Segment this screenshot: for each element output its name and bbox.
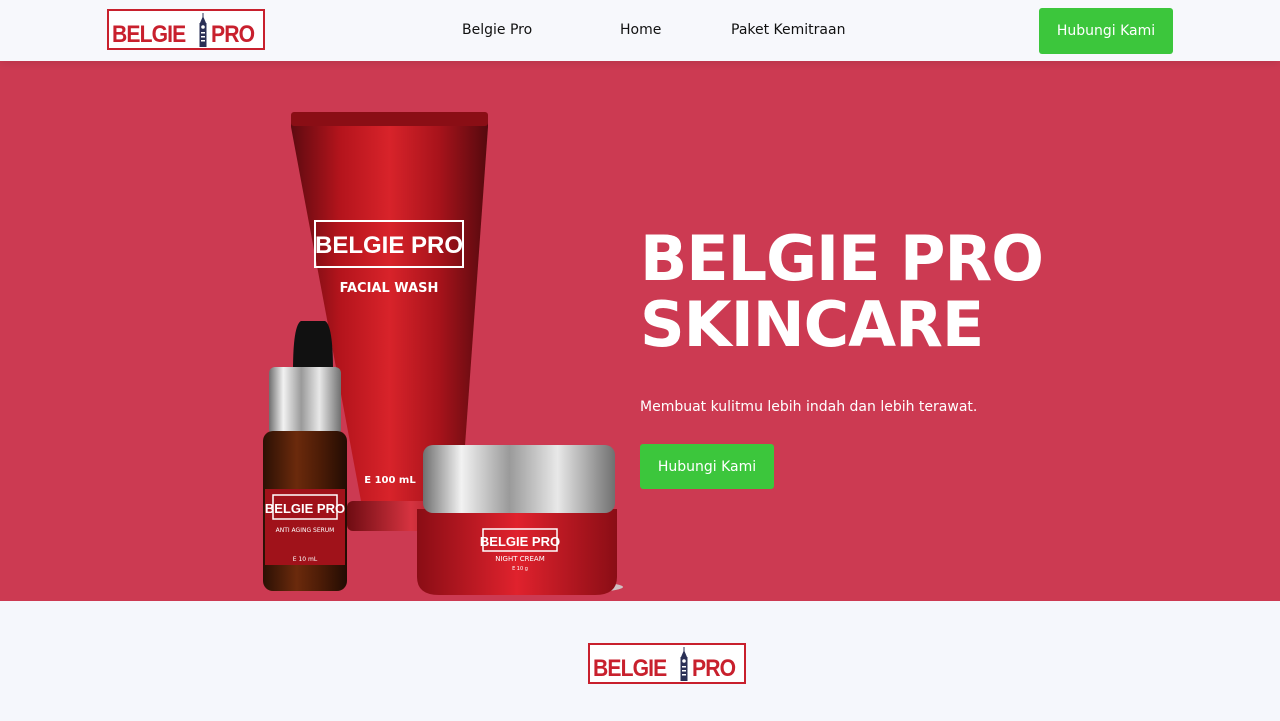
hero-title: BELGIE PRO SKINCARE xyxy=(640,222,1044,361)
footer-logo-text-right: PRO xyxy=(692,655,736,682)
svg-text:E 100 mL: E 100 mL xyxy=(364,475,416,486)
svg-text:E 10 mL: E 10 mL xyxy=(293,556,318,563)
tower-icon xyxy=(197,13,209,47)
hero-contact-button[interactable]: Hubungi Kami xyxy=(640,444,774,489)
svg-text:BELGIE PRO: BELGIE PRO xyxy=(315,232,463,259)
site-header: BELGIE PRO Belgie Pro Home Paket Kemitra… xyxy=(0,0,1280,61)
svg-text:NIGHT CREAM: NIGHT CREAM xyxy=(495,555,545,563)
svg-text:FACIAL WASH: FACIAL WASH xyxy=(340,281,439,296)
logo-text-left: BELGIE xyxy=(112,21,186,48)
night-cream-jar: BELGIE PRO NIGHT CREAM E 10 g xyxy=(417,445,623,595)
footer-logo-frame: BELGIE PRO xyxy=(588,643,747,684)
serum-bottle: BELGIE PRO ANTI AGING SERUM E 10 mL xyxy=(263,321,347,591)
footer-logo-text-left: BELGIE xyxy=(593,655,667,682)
hero-subtitle: Membuat kulitmu lebih indah dan lebih te… xyxy=(640,399,978,415)
nav-link-paket-kemitraan[interactable]: Paket Kemitraan xyxy=(731,22,845,38)
brand-logo[interactable]: BELGIE PRO xyxy=(107,9,266,50)
tower-icon xyxy=(678,647,690,681)
footer-logo[interactable]: BELGIE PRO xyxy=(588,643,747,684)
svg-text:BELGIE PRO: BELGIE PRO xyxy=(480,534,560,549)
nav-link-home[interactable]: Home xyxy=(620,22,661,38)
hero-title-line-2: SKINCARE xyxy=(640,288,984,361)
header-contact-button[interactable]: Hubungi Kami xyxy=(1039,8,1173,54)
hero-title-line-1: BELGIE PRO xyxy=(640,222,1044,295)
logo-text-right: PRO xyxy=(211,21,255,48)
svg-text:E 10 g: E 10 g xyxy=(512,566,528,572)
product-image: BELGIE PRO FACIAL WASH E 100 mL BELGIE P… xyxy=(263,112,623,595)
svg-text:BELGIE PRO: BELGIE PRO xyxy=(265,501,345,516)
hero-section: BELGIE PRO FACIAL WASH E 100 mL BELGIE P… xyxy=(0,61,1280,601)
logo-frame: BELGIE PRO xyxy=(107,9,266,50)
svg-text:ANTI AGING SERUM: ANTI AGING SERUM xyxy=(276,527,335,534)
nav-link-belgie-pro[interactable]: Belgie Pro xyxy=(462,22,532,38)
